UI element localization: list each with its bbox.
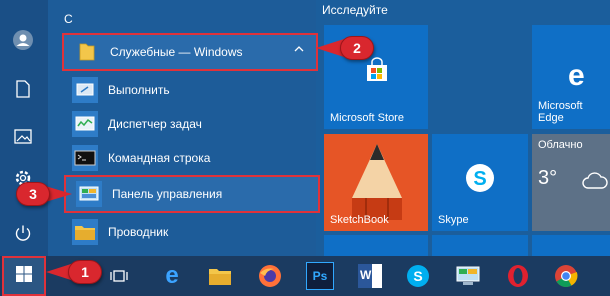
folder-icon [74,39,100,65]
start-left-rail [0,0,48,256]
documents-icon[interactable] [8,74,38,104]
file-explorer-icon[interactable] [206,262,234,290]
edge-icon[interactable]: e [158,262,186,290]
tile-partial[interactable] [532,235,610,256]
app-list-item-label: Выполнить [108,83,170,97]
tile-weather[interactable]: Облачно 3° [532,134,610,231]
callout-3: 3 [16,182,72,206]
app-list-item-label: Панель управления [112,187,223,201]
svg-text:S: S [473,168,486,190]
word-icon-letter: W [360,268,372,282]
tile-label: SketchBook [330,214,389,226]
app-list: С Служебные — Windows Выполнить Диспетче… [48,0,320,256]
start-button[interactable] [2,256,46,296]
tile-sketchbook[interactable]: SketchBook [324,134,428,231]
app-list-item-explorer[interactable]: Проводник [62,215,302,249]
weather-temperature: 3° [538,167,558,189]
control-panel-icon [76,181,102,207]
chrome-icon[interactable] [552,262,580,290]
control-panel-icon[interactable] [454,262,482,290]
power-icon[interactable] [8,218,38,248]
callout-2: 2 [316,36,376,60]
skype-icon[interactable]: S [404,262,432,290]
app-list-item-system-tools[interactable]: Служебные — Windows [62,33,318,71]
callout-1: 1 [46,260,104,284]
user-avatar-icon[interactable] [8,25,38,55]
app-list-item-run[interactable]: Выполнить [62,73,302,107]
app-list-item-command-prompt[interactable]: Командная строка [62,141,302,175]
photoshop-icon[interactable]: Ps [306,262,334,290]
start-menu-screen: С Служебные — Windows Выполнить Диспетче… [0,0,610,296]
app-list-item-control-panel[interactable]: Панель управления [64,175,320,213]
callout-number: 1 [68,260,102,284]
app-list-item-label: Диспетчер задач [108,117,202,131]
task-manager-icon [72,111,98,137]
tile-partial[interactable] [324,235,428,256]
app-list-letter-header[interactable]: С [64,12,73,26]
store-icon [364,57,390,86]
skype-icon: S [464,162,496,197]
svg-text:S: S [413,268,422,284]
run-icon [72,77,98,103]
windows-logo-icon [15,265,33,288]
callout-number: 2 [340,36,374,60]
weather-cloud-icon [582,170,608,193]
word-icon[interactable]: W [356,262,384,290]
task-view-icon[interactable] [105,262,133,290]
tile-label: Microsoft Edge [538,100,583,124]
tile-microsoft-edge[interactable]: e Microsoft Edge [532,25,610,129]
chevron-up-icon[interactable] [294,44,304,55]
tile-label: Microsoft Store [330,112,404,124]
weather-condition: Облачно [538,139,583,151]
pencil-icon [342,142,412,223]
tiles-section-title: Исследуйте [322,3,388,17]
app-list-item-task-manager[interactable]: Диспетчер задач [62,107,302,141]
pictures-icon[interactable] [8,121,38,151]
tile-label: Skype [438,214,469,226]
explorer-folder-icon [72,219,98,245]
cmd-icon [72,145,98,171]
app-list-item-label: Проводник [108,225,169,239]
firefox-icon[interactable] [256,262,284,290]
edge-icon: e [568,59,585,92]
tile-skype[interactable]: S Skype [432,134,528,231]
callout-number: 3 [16,182,50,206]
app-list-item-label: Командная строка [108,151,211,165]
app-list-item-label: Служебные — Windows [110,45,243,59]
tile-partial[interactable] [432,235,528,256]
opera-icon[interactable] [504,262,532,290]
